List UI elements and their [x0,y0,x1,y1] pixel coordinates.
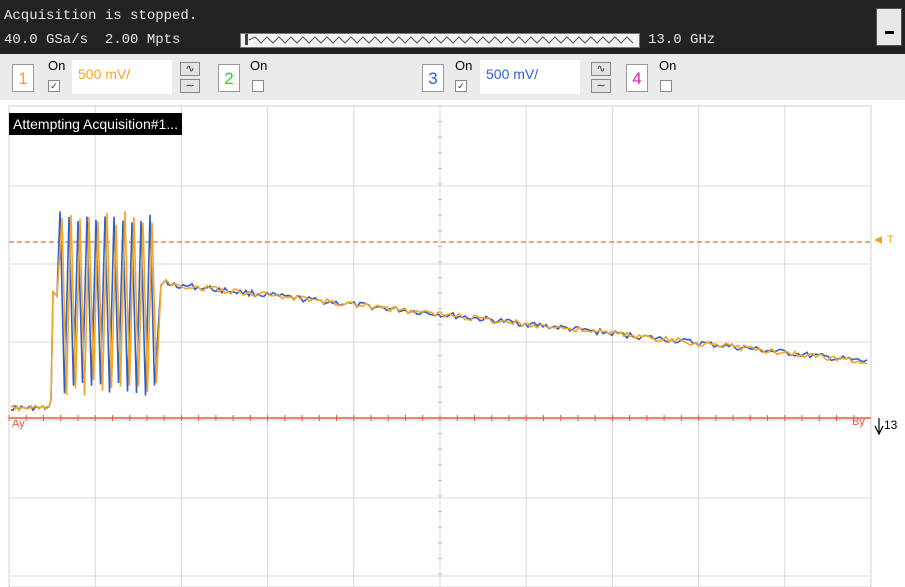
channel-bar: 1 On ✓ 500 mV/ ∿ ∼ 2 On 3 On ✓ 500 mV/ ∿… [0,54,905,101]
channel-4-on-label: On [659,58,677,73]
coupling-wave-icon[interactable]: ∿ [591,62,611,76]
coupling-wave-icon[interactable]: ∼ [180,79,200,93]
channel-1-button[interactable]: 1 [12,64,34,92]
minimize-button[interactable] [876,8,902,46]
waveform-display[interactable]: Attempting Acquisition#1... T Ay By 13 [0,100,905,587]
channel-1-checkbox[interactable]: ✓ [48,80,60,92]
channel-1-on-label: On [48,58,66,73]
marker-a-label: Ay [12,418,25,430]
marker-arrow-icon[interactable] [874,418,884,436]
minimize-icon [885,31,894,34]
channel-3-scale[interactable]: 500 mV/ [480,60,580,94]
waveform-graticule [8,105,884,587]
bandwidth-label: 13.0 GHz [648,32,716,48]
acquisition-banner: Attempting Acquisition#1... [9,113,182,135]
status-bar: Acquisition is stopped. 40.0 GSa/s 2.00 … [0,0,905,54]
channel-2-on-label: On [250,58,268,73]
channel-1-scale[interactable]: 500 mV/ [72,60,172,94]
acquisition-status: Acquisition is stopped. [4,8,198,24]
channel-3-button[interactable]: 3 [422,64,444,92]
right-marker-label: 13 [884,418,898,432]
memory-overview-bar[interactable] [240,33,640,48]
memory-waveform-icon [248,36,634,44]
channel-2-checkbox[interactable] [252,80,264,92]
trigger-arrow-icon[interactable] [874,236,882,244]
channel-3-checkbox[interactable]: ✓ [455,80,467,92]
memory-position-marker[interactable] [245,34,248,45]
marker-b-label: By [852,416,865,428]
sample-rate: 40.0 GSa/s [4,32,89,48]
acquisition-settings: 40.0 GSa/s 2.00 Mpts [4,32,180,48]
coupling-wave-icon[interactable]: ∿ [180,62,200,76]
channel-4-checkbox[interactable] [660,80,672,92]
channel-2-button[interactable]: 2 [218,64,240,92]
trigger-label: T [887,234,894,246]
coupling-wave-icon[interactable]: ∼ [591,79,611,93]
channel-4-button[interactable]: 4 [626,64,648,92]
memory-depth: 2.00 Mpts [104,32,181,48]
channel-3-on-label: On [455,58,473,73]
